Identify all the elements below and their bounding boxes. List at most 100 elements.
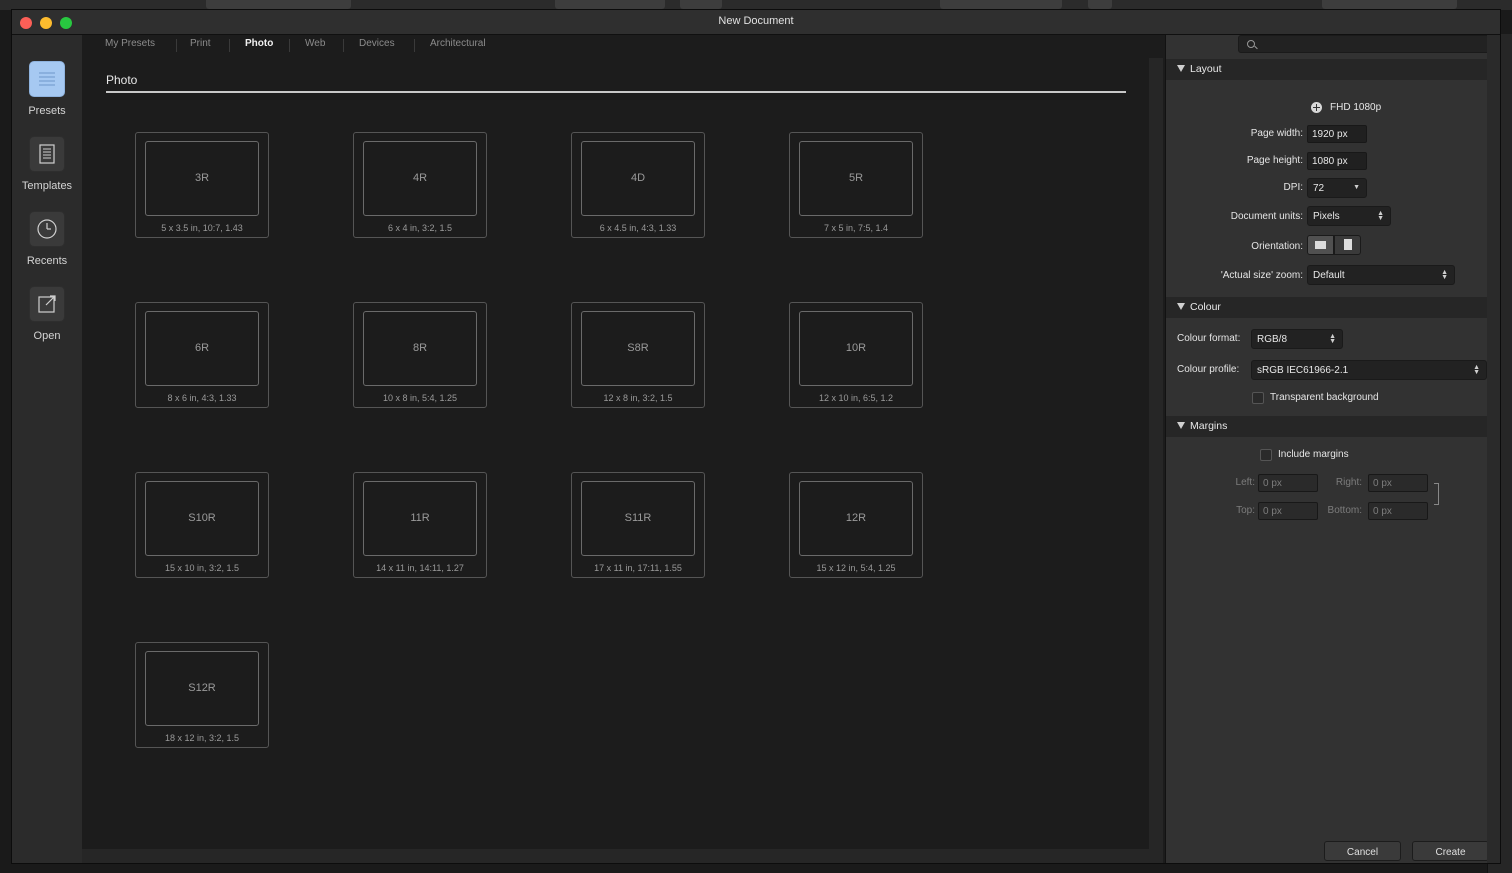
tab-print[interactable]: Print (190, 38, 211, 49)
margin-bottom-field[interactable]: 0 px (1368, 502, 1428, 520)
preset-thumbnail: S10R (145, 481, 259, 556)
preset-thumbnail: 5R (799, 141, 913, 216)
colour-profile-select[interactable]: sRGB IEC61966-2.1 ▲ ▼ (1251, 360, 1487, 380)
include-margins-label: Include margins (1278, 449, 1349, 460)
settings-panel-scrollbar[interactable] (1487, 35, 1500, 863)
preset-card[interactable]: 8R 10 x 8 in, 5:4, 1.25 (353, 302, 487, 408)
cancel-button[interactable]: Cancel (1324, 841, 1401, 861)
new-document-dialog: New Document Presets Templates Recents O… (12, 10, 1500, 863)
margin-right-label: Right: (1335, 477, 1362, 488)
orientation-landscape-button[interactable] (1307, 235, 1334, 255)
preset-card[interactable]: 4D 6 x 4.5 in, 4:3, 1.33 (571, 132, 705, 238)
preset-card[interactable]: 10R 12 x 10 in, 6:5, 1.2 (789, 302, 923, 408)
margin-right-field[interactable]: 0 px (1368, 474, 1428, 492)
background-toolbar-group (1322, 0, 1457, 9)
document-units-label: Document units: (1230, 211, 1303, 222)
page-height-field[interactable]: 1080 px (1307, 152, 1367, 170)
preset-thumbnail: 8R (363, 311, 477, 386)
preset-card[interactable]: 3R 5 x 3.5 in, 10:7, 1.43 (135, 132, 269, 238)
preset-grid-vertical-scrollbar[interactable] (1149, 58, 1163, 863)
preset-description: 15 x 12 in, 5:4, 1.25 (816, 563, 896, 573)
tab-separator (289, 39, 290, 52)
stepper-arrows-icon: ▲ ▼ (1473, 364, 1480, 376)
dpi-select[interactable]: 72 ▼ (1307, 178, 1367, 198)
preset-card[interactable]: 5R 7 x 5 in, 7:5, 1.4 (789, 132, 923, 238)
preset-description: 10 x 8 in, 5:4, 1.25 (382, 393, 458, 403)
colour-format-label: Colour format: (1177, 333, 1241, 344)
orientation-portrait-button[interactable] (1334, 235, 1361, 255)
preset-name: 11R (410, 512, 430, 524)
tab-photo[interactable]: Photo (245, 38, 273, 49)
nav-item-templates[interactable]: Templates (12, 136, 82, 192)
preset-name: S12R (188, 682, 216, 694)
actual-size-zoom-value: Default (1313, 270, 1345, 281)
nav-item-recents[interactable]: Recents (12, 211, 82, 267)
preset-description: 17 x 11 in, 17:11, 1.55 (594, 563, 682, 573)
preset-thumbnail: 11R (363, 481, 477, 556)
search-input[interactable] (1259, 37, 1493, 53)
tab-web[interactable]: Web (305, 38, 325, 49)
window-title: New Document (718, 15, 794, 27)
link-margins-icon[interactable] (1434, 483, 1439, 505)
disclosure-triangle-icon (1177, 422, 1185, 429)
presets-icon (29, 61, 65, 97)
templates-icon (29, 136, 65, 172)
disclosure-triangle-icon (1177, 303, 1185, 310)
disclosure-triangle-icon (1177, 65, 1185, 72)
left-navigation: Presets Templates Recents Open (12, 35, 82, 863)
preset-card[interactable]: S12R 18 x 12 in, 3:2, 1.5 (135, 642, 269, 748)
margins-section-header[interactable]: Margins (1166, 416, 1488, 437)
preset-thumbnail: S12R (145, 651, 259, 726)
preset-grid-horizontal-scrollbar[interactable] (82, 849, 1149, 863)
colour-section-label: Colour (1190, 301, 1221, 313)
preset-name: 3R (194, 172, 210, 184)
search-icon (1247, 40, 1255, 48)
section-title: Photo (106, 73, 138, 87)
preset-description: 5 x 3.5 in, 10:7, 1.43 (161, 223, 243, 233)
tab-separator (176, 39, 177, 52)
preset-card[interactable]: S10R 15 x 10 in, 3:2, 1.5 (135, 472, 269, 578)
preset-thumbnail: 10R (799, 311, 913, 386)
preset-name: S8R (627, 342, 649, 354)
layout-section-header[interactable]: Layout (1166, 59, 1488, 80)
preset-card[interactable]: S11R 17 x 11 in, 17:11, 1.55 (571, 472, 705, 578)
dropdown-arrow-icon: ▼ (1353, 184, 1360, 191)
preset-name: 4D (630, 172, 646, 184)
tab-separator (229, 39, 230, 52)
colour-format-value: RGB/8 (1257, 334, 1288, 345)
tab-my-presets[interactable]: My Presets (105, 38, 155, 49)
preset-name: 6R (194, 342, 210, 354)
preset-description: 6 x 4 in, 3:2, 1.5 (387, 223, 453, 233)
background-toolbar-group (206, 0, 351, 9)
preset-thumbnail: 4D (581, 141, 695, 216)
nav-item-open[interactable]: Open (12, 286, 82, 342)
preset-card[interactable]: 4R 6 x 4 in, 3:2, 1.5 (353, 132, 487, 238)
preset-card[interactable]: 6R 8 x 6 in, 4:3, 1.33 (135, 302, 269, 408)
transparent-background-checkbox[interactable] (1252, 392, 1264, 404)
preset-card[interactable]: S8R 12 x 8 in, 3:2, 1.5 (571, 302, 705, 408)
tab-architectural[interactable]: Architectural (430, 38, 486, 49)
stepper-arrows-icon: ▲ ▼ (1377, 210, 1384, 222)
preset-card[interactable]: 12R 15 x 12 in, 5:4, 1.25 (789, 472, 923, 578)
tab-devices[interactable]: Devices (359, 38, 395, 49)
colour-format-select[interactable]: RGB/8 ▲ ▼ (1251, 329, 1343, 349)
page-width-field[interactable]: 1920 px (1307, 125, 1367, 143)
nav-label-presets: Presets (28, 105, 66, 117)
preset-thumbnail: 4R (363, 141, 477, 216)
add-preset-icon[interactable] (1311, 102, 1322, 113)
preset-search (1238, 35, 1494, 53)
include-margins-checkbox[interactable] (1260, 449, 1272, 461)
nav-label-templates: Templates (21, 180, 73, 192)
tab-separator (414, 39, 415, 52)
actual-size-zoom-select[interactable]: Default ▲ ▼ (1307, 265, 1455, 285)
preset-description: 7 x 5 in, 7:5, 1.4 (823, 223, 889, 233)
colour-section-header[interactable]: Colour (1166, 297, 1488, 318)
nav-item-presets[interactable]: Presets (12, 61, 82, 117)
preset-name: 8R (412, 342, 428, 354)
landscape-icon (1315, 241, 1326, 249)
document-units-select[interactable]: Pixels ▲ ▼ (1307, 206, 1391, 226)
preset-card[interactable]: 11R 14 x 11 in, 14:11, 1.27 (353, 472, 487, 578)
page-height-label: Page height: (1246, 155, 1303, 166)
preset-thumbnail: S11R (581, 481, 695, 556)
create-button[interactable]: Create (1412, 841, 1489, 861)
